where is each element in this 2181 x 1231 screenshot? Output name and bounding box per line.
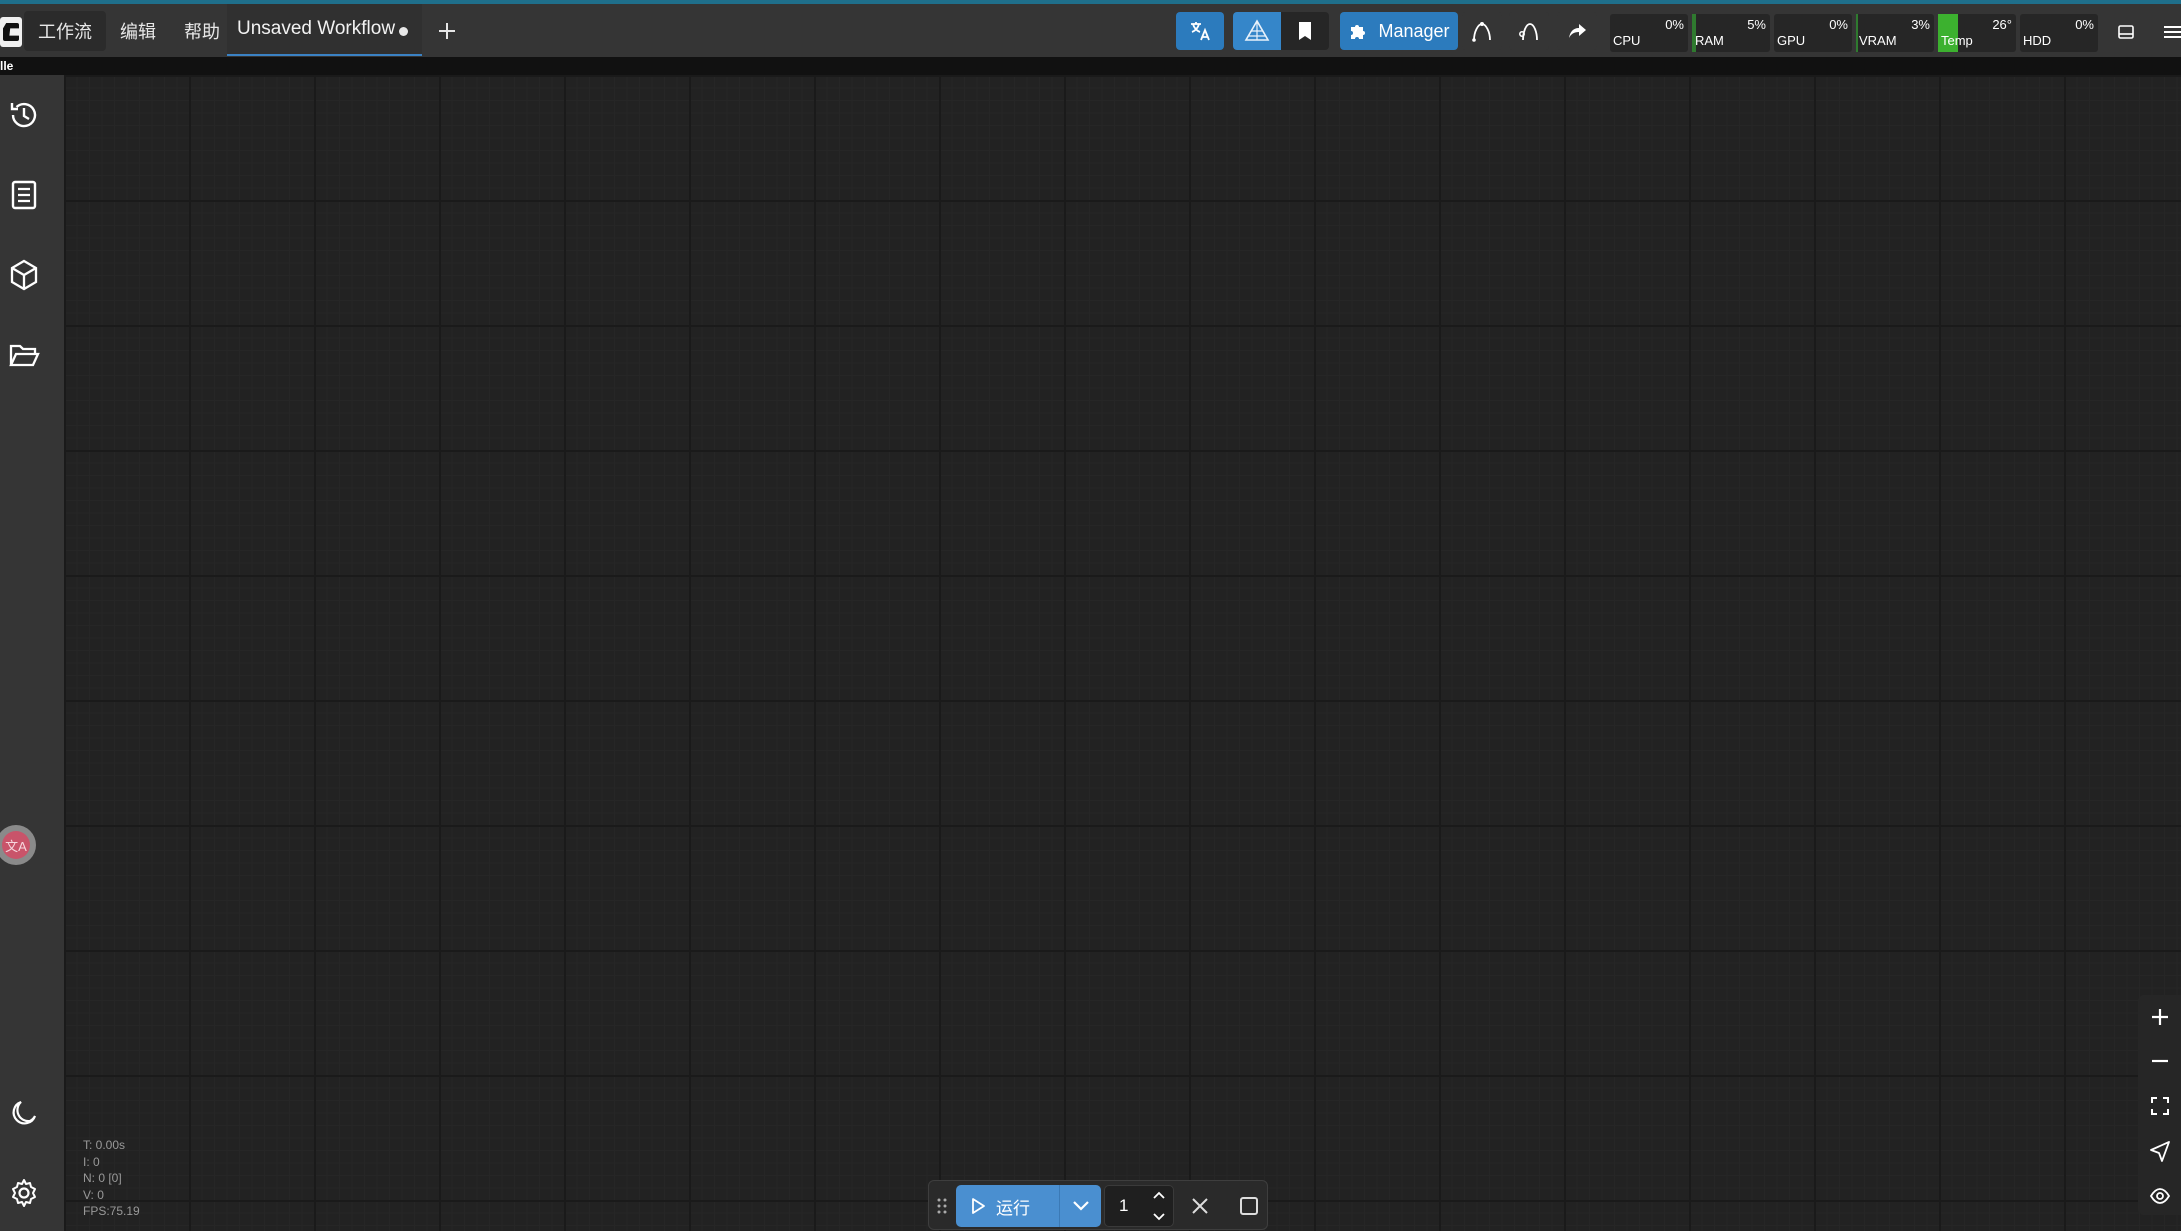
menu-help[interactable]: 帮助 xyxy=(170,11,234,51)
play-icon xyxy=(972,1198,985,1214)
eye-icon xyxy=(2149,1188,2171,1204)
moon-icon xyxy=(12,1100,37,1125)
node-tool-button-1[interactable] xyxy=(1462,12,1502,50)
model-library-button[interactable] xyxy=(1233,12,1281,50)
sidebar-queue[interactable] xyxy=(4,175,44,215)
batch-count-input[interactable]: 1 xyxy=(1104,1185,1174,1227)
menu-workflow[interactable]: 工作流 xyxy=(24,11,106,51)
manager-label: Manager xyxy=(1378,20,1450,41)
square-icon xyxy=(1240,1197,1258,1215)
canvas-stats: T: 0.00s I: 0 N: 0 [0] V: 0 FPS:75.19 xyxy=(83,1137,140,1220)
vram-fill xyxy=(1856,14,1859,52)
close-icon xyxy=(1192,1198,1208,1214)
stat-i: I: 0 xyxy=(83,1154,100,1169)
stop-button[interactable] xyxy=(1235,1192,1263,1220)
vram-monitor: VRAM 3% xyxy=(1856,14,1934,52)
bookmark-icon xyxy=(1299,22,1311,40)
translate-badge-icon: 文A xyxy=(2,831,30,859)
puzzle-icon xyxy=(1351,25,1366,39)
panel-bottom-icon xyxy=(2118,25,2134,39)
sidebar-workflows[interactable] xyxy=(4,335,44,375)
workflow-tab-title: Unsaved Workflow xyxy=(237,18,396,39)
bookmark-button[interactable] xyxy=(1281,12,1329,50)
gear-icon xyxy=(12,1179,36,1207)
run-mode-dropdown[interactable] xyxy=(1059,1185,1101,1227)
manager-button[interactable]: Manager xyxy=(1340,12,1458,50)
node-tool-button-2[interactable] xyxy=(1509,12,1549,50)
translate-button[interactable] xyxy=(1176,12,1224,50)
temp-label: Temp xyxy=(1941,33,1973,48)
top-menu-bar: 工作流 编辑 帮助 Unsaved Workflow Manager CPU 0… xyxy=(0,4,2181,57)
batch-count-value: 1 xyxy=(1119,1196,1129,1215)
node-curve-icon xyxy=(1472,22,1491,42)
zoom-in-button[interactable] xyxy=(2144,1001,2176,1033)
chevron-up-icon xyxy=(1153,1191,1165,1199)
chevron-down-icon xyxy=(1072,1201,1089,1211)
cpu-monitor: CPU 0% xyxy=(1610,14,1688,52)
graph-canvas[interactable] xyxy=(64,75,2181,1231)
ram-label: RAM xyxy=(1695,33,1724,48)
ram-value: 5% xyxy=(1747,17,1766,32)
toggle-panel-button[interactable] xyxy=(2110,16,2142,48)
history-icon xyxy=(10,102,37,128)
run-label: 运行 xyxy=(996,1198,1030,1218)
theme-toggle-button[interactable] xyxy=(4,1093,44,1133)
run-button[interactable]: 运行 xyxy=(956,1185,1059,1227)
node-curve-alt-icon xyxy=(1519,23,1538,41)
pyramid-icon xyxy=(1244,19,1270,41)
left-sidebar: 文A xyxy=(0,75,64,1231)
zoom-out-button[interactable] xyxy=(2144,1045,2176,1077)
share-arrow-icon xyxy=(1569,24,1586,38)
share-button[interactable] xyxy=(1557,12,1597,50)
stat-v: V: 0 xyxy=(83,1187,104,1202)
sidebar-models[interactable] xyxy=(4,255,44,295)
plus-icon xyxy=(2152,1009,2168,1025)
temp-value: 26° xyxy=(1992,17,2012,32)
settings-button[interactable] xyxy=(4,1173,44,1213)
translate-icon xyxy=(1191,22,1210,41)
folder-open-icon xyxy=(9,344,40,367)
stat-fps: FPS:75.19 xyxy=(83,1204,140,1218)
gpu-monitor: GPU 0% xyxy=(1774,14,1852,52)
run-toolbar: 运行 1 xyxy=(928,1180,1268,1230)
main-menu: 工作流 编辑 帮助 xyxy=(24,11,234,51)
ram-monitor: RAM 5% xyxy=(1692,14,1770,52)
gpu-label: GPU xyxy=(1777,33,1806,48)
stat-time: T: 0.00s xyxy=(83,1138,126,1152)
vram-label: VRAM xyxy=(1859,33,1897,48)
canvas-zoom-controls xyxy=(2138,995,2181,1215)
unsaved-dot-icon[interactable] xyxy=(399,27,408,36)
plus-icon xyxy=(439,23,455,39)
temp-monitor: Temp 26° xyxy=(1938,14,2016,52)
menu-edit[interactable]: 编辑 xyxy=(106,11,170,51)
cpu-label: CPU xyxy=(1613,33,1641,48)
floating-translate-badge[interactable]: 文A xyxy=(0,825,36,865)
minus-icon xyxy=(2152,1059,2168,1063)
stat-n: N: 0 [0] xyxy=(83,1171,122,1185)
fit-view-button[interactable] xyxy=(2144,1090,2176,1122)
batch-stepper[interactable] xyxy=(1151,1188,1167,1224)
hdd-monitor: HDD 0% xyxy=(2020,14,2098,52)
chevron-down-small-icon xyxy=(1153,1213,1165,1221)
vram-value: 3% xyxy=(1911,17,1930,32)
hdd-value: 0% xyxy=(2075,17,2094,32)
cube-icon xyxy=(10,259,38,291)
queue-status-label: lle xyxy=(0,57,2181,75)
hamburger-menu-button[interactable] xyxy=(2160,16,2181,48)
gpu-value: 0% xyxy=(1829,17,1848,32)
toggle-visibility-button[interactable] xyxy=(2144,1180,2176,1212)
hdd-label: HDD xyxy=(2023,33,2052,48)
cancel-button[interactable] xyxy=(1186,1192,1214,1220)
menu-icon xyxy=(2164,26,2181,38)
sidebar-history[interactable] xyxy=(4,95,44,135)
list-document-icon xyxy=(11,180,37,210)
fit-screen-icon xyxy=(2151,1097,2169,1115)
comfy-logo-icon[interactable] xyxy=(0,17,22,47)
new-tab-button[interactable] xyxy=(432,16,462,46)
send-arrow-icon xyxy=(2150,1141,2170,1162)
select-mode-button[interactable] xyxy=(2144,1135,2176,1167)
cpu-value: 0% xyxy=(1665,17,1684,32)
drag-handle-icon[interactable] xyxy=(935,1195,949,1217)
workflow-tab[interactable]: Unsaved Workflow xyxy=(227,4,422,56)
